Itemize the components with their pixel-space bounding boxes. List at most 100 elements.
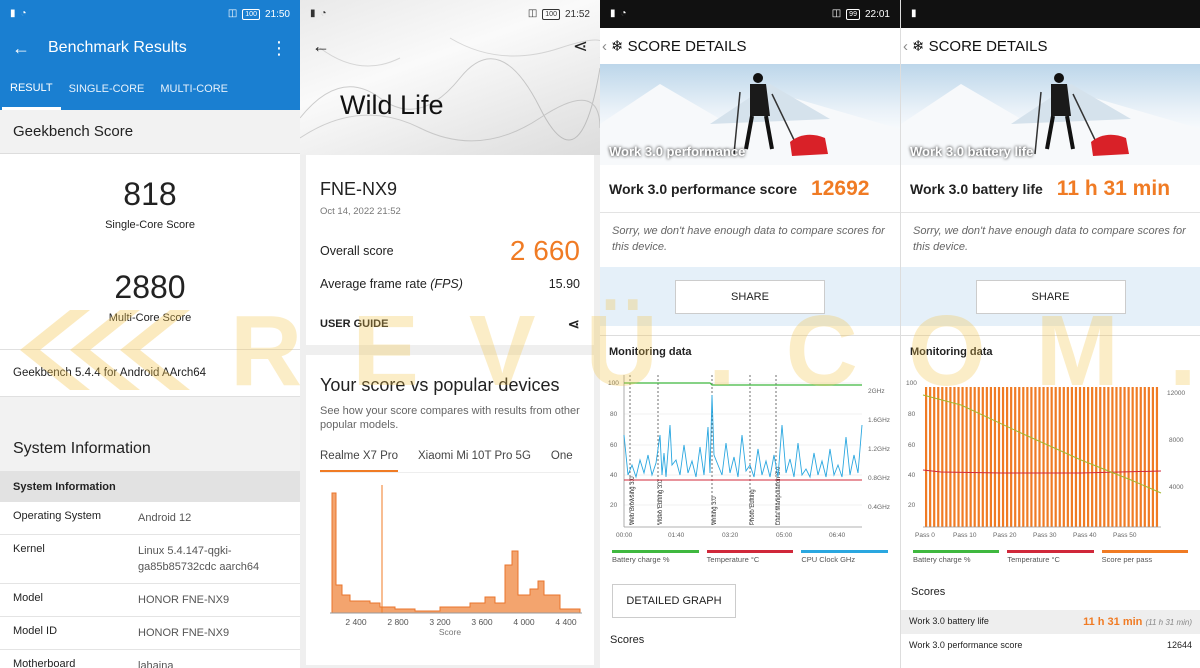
phase-label: Data Manipulation 3.0 — [776, 466, 782, 525]
comparison-subtitle: See how your score compares with results… — [320, 405, 580, 431]
pass-bar — [989, 387, 992, 527]
x-tick: 03:20 — [722, 532, 739, 539]
user-guide-link[interactable]: USER GUIDE — [320, 318, 388, 330]
legend-cpu-clock: CPU Clock GHz — [801, 550, 889, 564]
tab-device-3[interactable]: One — [551, 450, 573, 472]
status-time: 21:50 — [264, 8, 290, 20]
battery-score-value: 11 h 31 min — [1056, 176, 1171, 200]
status-bar: ▮ ◔ ◫ 99 22:01 — [600, 0, 900, 28]
status-time: 21:52 — [564, 8, 590, 20]
pass-bar — [1119, 387, 1122, 527]
table-row: Model HONOR FNE-NX9 — [0, 584, 300, 617]
vibrate-icon: ◫ — [831, 8, 842, 19]
share-icon[interactable]: ⋖ — [573, 36, 588, 57]
user-guide-row: USER GUIDE ⋖ — [320, 315, 580, 345]
pcmark-performance-panel: ▮ ◔ ◫ 99 22:01 ‹ ❄ SCORE DETAILS Work 3.0 p… — [600, 0, 900, 668]
tab-device-1[interactable]: Realme X7 Pro — [320, 450, 398, 472]
tab-device-2[interactable]: Xiaomi Mi 10T Pro 5G — [418, 450, 531, 472]
x-tick: 3 600 — [471, 617, 493, 627]
vibrate-icon: ◫ — [227, 8, 238, 19]
y-tick-right: 2GHz — [868, 388, 885, 395]
pass-bar — [1155, 387, 1159, 527]
notification-icon: ▮ — [610, 8, 616, 19]
info-value: Linux 5.4.147-qgki-ga85b85732cdc aarch64 — [138, 545, 260, 573]
overflow-menu-icon[interactable]: ⋮ — [270, 38, 288, 59]
hero-caption: Work 3.0 performance — [609, 144, 746, 159]
pass-bar — [1087, 387, 1090, 527]
chart-legend: Battery charge % Temperature °C CPU Cloc… — [600, 550, 900, 564]
back-chevron-icon[interactable]: ‹ — [602, 38, 607, 55]
pass-bar — [1030, 387, 1033, 527]
x-tick: 01:40 — [668, 532, 685, 539]
sysinfo-subheader: System Information — [0, 471, 300, 502]
multi-core-score: 2880 — [114, 269, 186, 305]
y-tick-left: 80 — [610, 411, 618, 418]
y-tick-left: 40 — [908, 472, 916, 479]
battery-score-row: Work 3.0 battery life 11 h 31 min — [901, 165, 1200, 213]
wifi-icon: ◔ — [20, 8, 27, 19]
legend-temperature: Temperature °C — [1007, 550, 1094, 564]
sysinfo-title: System Information — [0, 427, 300, 471]
compare-message: Sorry, we don't have enough data to comp… — [913, 225, 1186, 253]
pass-bar — [1123, 387, 1126, 527]
spacer — [0, 397, 300, 427]
pass-bar — [997, 387, 1001, 527]
table-row: Kernel Linux 5.4.147-qgki-ga85b85732cdc a… — [0, 535, 300, 584]
back-arrow-icon[interactable]: ← — [12, 38, 30, 59]
phase-label: Writing 3.0 — [712, 496, 718, 525]
x-tick: Pass 0 — [915, 532, 935, 539]
battery-icon: 100 — [542, 8, 560, 20]
share-button[interactable]: SHARE — [675, 279, 825, 314]
share-icon[interactable]: ⋖ — [567, 315, 580, 333]
y-tick-left: 80 — [908, 411, 916, 418]
overall-score-row: Overall score 2 660 — [320, 235, 580, 267]
y-tick-right: 1.2GHz — [868, 446, 890, 453]
tab-multi-core[interactable]: MULTI-CORE — [152, 68, 236, 110]
share-button[interactable]: SHARE — [975, 279, 1126, 314]
pass-bar — [945, 387, 948, 527]
status-bar: ▮ ◔ ◫ 100 21:50 — [0, 0, 300, 28]
device-name: FNE-NX9 — [320, 179, 398, 199]
info-value: lahaina — [138, 660, 174, 668]
x-tick: 3 200 — [429, 617, 451, 627]
battery-monitoring-chart: 100 80 60 40 20 12000 8000 4000 Pass 0 P… — [906, 380, 1185, 539]
monitoring-title: Monitoring data — [901, 335, 1200, 365]
geekbench-header: ▮ ◔ ◫ 100 21:50 ← Benchmark Results ⋮ RESUL… — [0, 0, 300, 110]
pass-bar — [1038, 387, 1041, 527]
battery-icon: 100 — [242, 8, 260, 20]
pass-bar — [1066, 387, 1069, 527]
phase-label: Photo Editing — [750, 489, 756, 525]
score-details-header: ‹ ❄ SCORE DETAILS — [600, 28, 900, 64]
pass-bar — [1111, 387, 1114, 527]
table-key: Work 3.0 battery life — [909, 616, 989, 626]
back-arrow-icon[interactable]: ← — [312, 36, 330, 57]
x-tick: 2 800 — [387, 617, 409, 627]
info-value: HONOR FNE-NX9 — [138, 627, 230, 639]
x-tick: 2 400 — [345, 617, 367, 627]
tab-result[interactable]: RESULT — [2, 68, 61, 110]
notification-icon: ▮ — [911, 8, 917, 19]
y-tick-left: 40 — [610, 472, 618, 479]
pass-bar — [1070, 387, 1073, 527]
fps-row: Average frame rate (FPS) 15.90 — [320, 277, 580, 291]
pass-bar — [1050, 387, 1053, 527]
single-core-label: Single-Core Score — [105, 219, 195, 231]
pass-bar — [933, 387, 936, 527]
pass-bar — [1058, 387, 1061, 527]
pass-bar — [1099, 387, 1102, 527]
y-tick-left: 60 — [610, 442, 618, 449]
detailed-graph-button[interactable]: DETAILED GRAPH — [612, 584, 736, 618]
tab-single-core[interactable]: SINGLE-CORE — [61, 68, 153, 110]
back-chevron-icon[interactable]: ‹ — [903, 38, 908, 55]
x-tick: 4 000 — [513, 617, 535, 627]
x-tick: 00:00 — [616, 532, 633, 539]
table-row: Work 3.0 battery life 11 h 31 min (11 h … — [901, 610, 1200, 634]
info-key: Kernel — [13, 543, 45, 555]
header-title: SCORE DETAILS — [627, 37, 747, 55]
single-core-block: 818 Single-Core Score — [0, 154, 300, 231]
pass-bar — [957, 387, 960, 527]
phase-label: Video Editing 3.0 — [658, 479, 664, 525]
app-bar: ← Benchmark Results ⋮ — [0, 28, 300, 68]
pass-bar — [1095, 387, 1098, 527]
header-title: SCORE DETAILS — [928, 37, 1048, 55]
